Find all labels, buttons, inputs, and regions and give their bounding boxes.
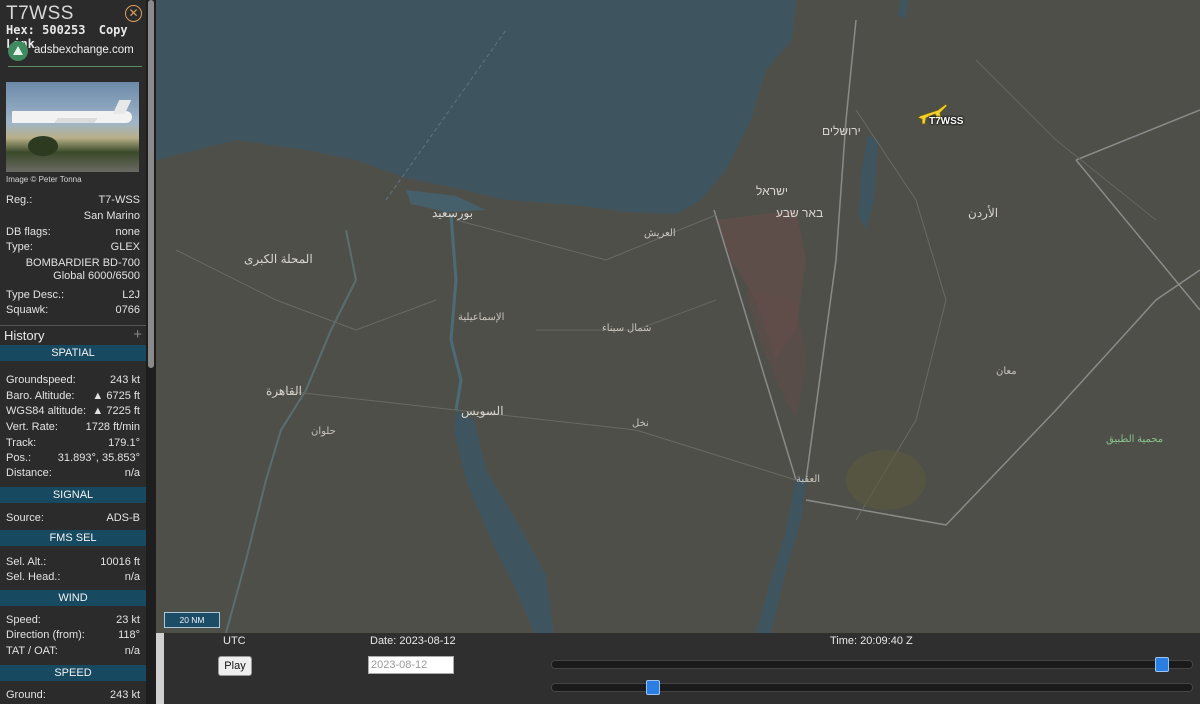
row-key: Vert. Rate: bbox=[6, 421, 58, 433]
row-value: 1728 ft/min bbox=[85, 421, 140, 433]
row-key: Ground: bbox=[6, 689, 46, 701]
row-key: Pos.: bbox=[6, 452, 32, 464]
detail-value: Global 6000/6500 bbox=[53, 270, 140, 282]
time-slider[interactable] bbox=[551, 657, 1193, 672]
photo-credit: Image © Peter Tonna bbox=[6, 175, 82, 184]
date-label: Date: 2023-08-12 bbox=[370, 635, 456, 647]
adsbexchange-link[interactable]: adsbexchange.com bbox=[8, 40, 142, 67]
close-icon[interactable]: ✕ bbox=[125, 5, 142, 22]
sidebar-scrollbar[interactable] bbox=[146, 0, 156, 704]
map-label-tabuk-reserve: محمية الطبيق bbox=[1106, 434, 1164, 445]
map-label-port-said: بورسعيد bbox=[432, 206, 474, 220]
map-label-jerusalem: ירושלים bbox=[822, 124, 861, 138]
row-value: 243 kt bbox=[110, 689, 140, 701]
map-view[interactable]: القاهرة حلوان السويس بورسعيد المحلة الكب… bbox=[156, 0, 1200, 633]
row-value: 31.893°, 35.853° bbox=[57, 452, 140, 464]
detail-key: Type: bbox=[6, 241, 33, 253]
speed-slider[interactable] bbox=[551, 680, 1193, 695]
aircraft-callsign: T7WSS bbox=[6, 3, 74, 24]
row-key: Sel. Head.: bbox=[6, 571, 61, 583]
photo-jet-wing bbox=[54, 118, 98, 123]
detail-value: L2J bbox=[122, 289, 140, 301]
row-key: Baro. Altitude: bbox=[6, 390, 75, 402]
map-label-aqaba: العقبة bbox=[796, 474, 821, 485]
detail-value: 0766 bbox=[115, 304, 140, 316]
history-toggle[interactable]: History + bbox=[0, 325, 146, 344]
row-value: 23 kt bbox=[116, 614, 140, 626]
map-label-suez: السويس bbox=[461, 404, 504, 418]
row-value: ▲ 6725 ft bbox=[92, 390, 140, 402]
time-slider-thumb[interactable] bbox=[1155, 657, 1169, 672]
row-value: n/a bbox=[124, 467, 140, 479]
aircraft-photo[interactable] bbox=[6, 82, 139, 172]
map-label-north-sinai: شمال سيناء bbox=[602, 323, 652, 334]
nature-reserve bbox=[846, 450, 926, 510]
hex-value: 500253 bbox=[42, 23, 86, 37]
detail-key: Squawk: bbox=[6, 304, 49, 316]
map-label-ismailia: الإسماعيلية bbox=[458, 312, 505, 323]
detail-value: T7-WSS bbox=[98, 194, 140, 206]
detail-value: San Marino bbox=[83, 210, 140, 222]
row-key: Source: bbox=[6, 512, 44, 524]
plus-icon[interactable]: + bbox=[133, 326, 142, 343]
section-header-signal[interactable]: SIGNAL bbox=[0, 487, 146, 503]
photo-trees bbox=[28, 136, 58, 156]
row-key: WGS84 altitude: bbox=[6, 405, 87, 417]
row-key: Track: bbox=[6, 437, 37, 449]
sidebar-scrollbar-thumb[interactable] bbox=[148, 0, 154, 368]
history-label: History bbox=[4, 328, 45, 343]
row-key: TAT / OAT: bbox=[6, 645, 58, 657]
map-label-nakhl: نخل bbox=[632, 418, 649, 429]
row-key: Distance: bbox=[6, 467, 52, 479]
row-key: Groundspeed: bbox=[6, 374, 76, 386]
utc-toggle[interactable]: UTC bbox=[223, 635, 246, 647]
date-input[interactable] bbox=[368, 656, 454, 674]
row-value: ADS-B bbox=[106, 512, 140, 524]
detail-key: Reg.: bbox=[6, 194, 33, 206]
map-label-helwan: حلوان bbox=[311, 426, 336, 437]
row-value: n/a bbox=[124, 645, 140, 657]
playback-bar: UTC Play Date: 2023-08-12 Time: 20:09:40… bbox=[156, 633, 1200, 704]
section-header-speed[interactable]: SPEED bbox=[0, 665, 146, 681]
play-button[interactable]: Play bbox=[218, 656, 252, 676]
map-label-arish: العريش bbox=[644, 228, 676, 239]
aircraft-info-panel: T7WSS ✕ Hex: 500253 Copy Link adsbexchan… bbox=[0, 0, 146, 704]
hex-label: Hex: bbox=[6, 23, 35, 37]
map-label-mahalla: المحلة الكبرى bbox=[244, 252, 313, 266]
playback-bar-edge bbox=[156, 633, 164, 704]
section-header-fms[interactable]: FMS SEL bbox=[0, 530, 146, 546]
section-header-wind[interactable]: WIND bbox=[0, 590, 146, 606]
row-key: Speed: bbox=[6, 614, 41, 626]
adsbexchange-logo-icon bbox=[8, 41, 28, 61]
row-value: 179.1° bbox=[108, 437, 140, 449]
aircraft-title-row: T7WSS ✕ bbox=[6, 3, 142, 25]
adsbexchange-link-text: adsbexchange.com bbox=[34, 44, 134, 56]
row-value: 243 kt bbox=[110, 374, 140, 386]
row-value: 118° bbox=[118, 629, 140, 641]
speed-slider-thumb[interactable] bbox=[646, 680, 660, 695]
aircraft-marker-label[interactable]: T7WSS bbox=[929, 116, 963, 127]
detail-value: none bbox=[115, 226, 140, 238]
map-canvas[interactable] bbox=[156, 0, 1200, 633]
map-scale: 20 NM bbox=[164, 612, 220, 628]
row-key: Direction (from): bbox=[6, 629, 85, 641]
map-label-israel: ישראל bbox=[756, 184, 788, 198]
map-label-beersheba: באר שבע bbox=[776, 206, 824, 220]
detail-key: Type Desc.: bbox=[6, 289, 65, 301]
detail-value: GLEX bbox=[110, 241, 140, 253]
section-header-spatial[interactable]: SPATIAL bbox=[0, 345, 146, 361]
detail-value: BOMBARDIER BD-700 bbox=[25, 257, 140, 269]
row-key: Sel. Alt.: bbox=[6, 556, 47, 568]
row-value: 10016 ft bbox=[100, 556, 140, 568]
row-value: ▲ 7225 ft bbox=[92, 405, 140, 417]
detail-key: DB flags: bbox=[6, 226, 51, 238]
time-label: Time: 20:09:40 Z bbox=[830, 635, 913, 647]
map-label-jordan: الأردن bbox=[968, 206, 999, 220]
map-label-cairo: القاهرة bbox=[266, 384, 302, 398]
row-value: n/a bbox=[124, 571, 140, 583]
map-label-maan: معان bbox=[996, 366, 1017, 377]
